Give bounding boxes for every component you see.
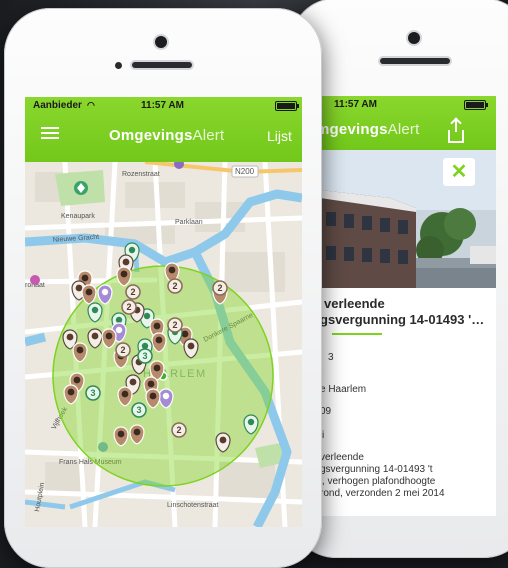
detail-line: 3 — [328, 352, 334, 363]
detail-line: verleende — [320, 452, 364, 463]
list-button[interactable]: Lijst — [267, 128, 292, 144]
earpiece-speaker — [132, 62, 192, 68]
cluster-count: 2 — [176, 425, 181, 435]
map-label: Kenaupark — [61, 213, 95, 220]
cluster-count: 3 — [142, 351, 147, 361]
cluster-count: 2 — [130, 287, 135, 297]
front-camera — [408, 32, 420, 44]
cluster-count: 2 — [126, 302, 131, 312]
detail-line: ', verhogen plafondhoogte — [320, 476, 436, 487]
map-header: Aanbieder ◠ 11:57 AM OmgevingsAlert Lijs… — [25, 97, 302, 162]
cluster-count: 2 — [172, 281, 177, 291]
status-time: 11:57 AM — [141, 100, 184, 111]
road-shield: N200 — [235, 167, 255, 176]
detail-line: i — [322, 430, 325, 441]
cluster-count: 2 — [172, 320, 177, 330]
earpiece-speaker — [380, 58, 450, 64]
battery-icon — [275, 101, 299, 111]
map-label: Rozenstraat — [122, 171, 160, 178]
wifi-icon: ◠ — [87, 100, 95, 110]
phone-back: 11:57 AM mgevingsAlert ✕ verleende gsver — [290, 0, 508, 558]
detail-line: rond, verzonden 2 mei 2014 — [320, 488, 445, 499]
status-carrier: Aanbieder — [33, 100, 82, 111]
app-title: OmgevingsAlert — [109, 127, 225, 144]
map-label: Parklaan — [175, 219, 203, 226]
close-icon[interactable]: ✕ — [443, 158, 475, 186]
map-screen: Aanbieder ◠ 11:57 AM OmgevingsAlert Lijs… — [25, 97, 302, 527]
cluster-count: 2 — [217, 283, 222, 293]
status-time: 11:57 AM — [334, 99, 377, 110]
poi-icon — [30, 275, 40, 285]
cluster-count: 2 — [120, 345, 125, 355]
app-title: mgevingsAlert — [320, 121, 420, 138]
map-label: Linschotenstraat — [167, 502, 218, 509]
title-underline — [332, 333, 382, 335]
share-icon[interactable] — [448, 120, 464, 143]
battery-icon — [464, 100, 488, 110]
map-view[interactable]: Rozenstraat Kenaupark Parklaan Nieuwe Gr… — [25, 162, 302, 527]
cluster-count: 3 — [90, 388, 95, 398]
proximity-sensor — [115, 62, 122, 69]
detail-header: 11:57 AM mgevingsAlert — [320, 96, 496, 150]
phone-front: Aanbieder ◠ 11:57 AM OmgevingsAlert Lijs… — [4, 8, 322, 568]
detail-title: verleende gsvergunning 14-01493 '… — [320, 296, 485, 327]
detail-line: gsvergunning 14-01493 't — [320, 464, 433, 475]
cluster-count: 3 — [136, 405, 141, 415]
detail-screen: 11:57 AM mgevingsAlert ✕ verleende gsver — [320, 96, 496, 516]
detail-line: e Haarlem — [320, 384, 367, 395]
front-camera — [155, 36, 167, 48]
menu-icon[interactable] — [41, 127, 59, 129]
